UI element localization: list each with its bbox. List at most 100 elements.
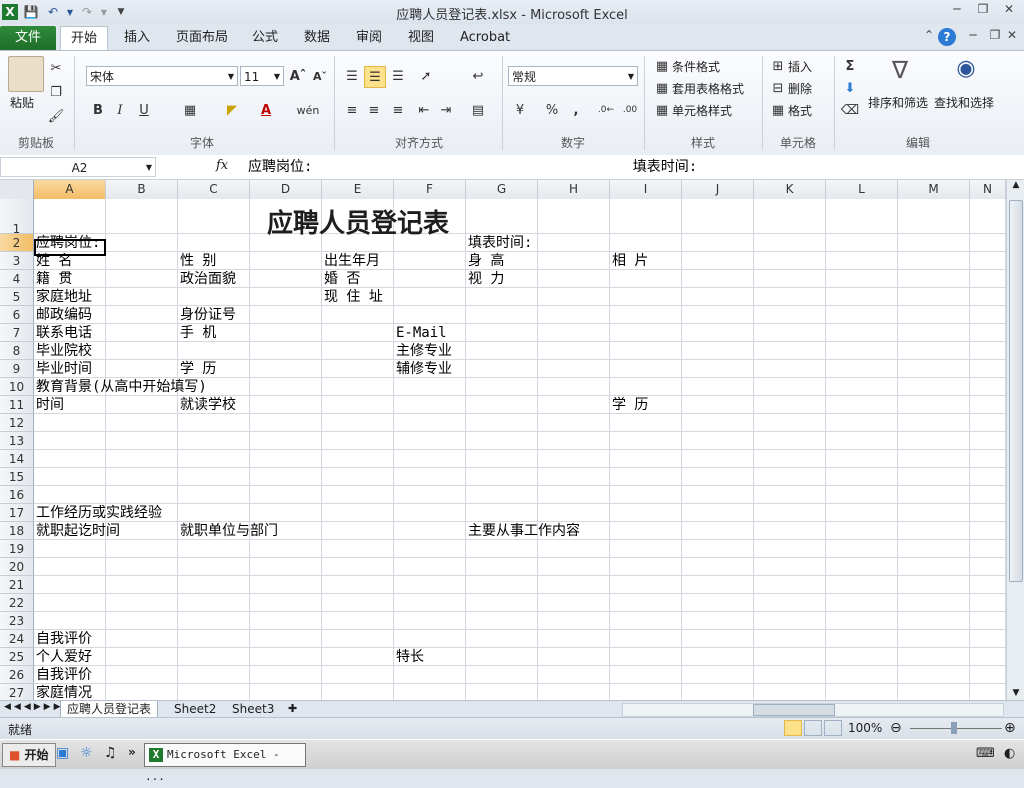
cut-icon[interactable]: ✂ bbox=[46, 58, 66, 78]
comma-style-icon[interactable]: , bbox=[566, 100, 586, 120]
align-middle-icon[interactable]: ☰ bbox=[364, 66, 386, 88]
column-header-e[interactable]: E bbox=[322, 180, 394, 199]
column-header-c[interactable]: C bbox=[178, 180, 250, 199]
align-right-icon[interactable]: ≡ bbox=[388, 100, 408, 120]
sheet-tab-2[interactable]: Sheet2 bbox=[168, 701, 222, 717]
sort-filter-icon[interactable]: ∇ bbox=[882, 56, 918, 88]
cell-c11[interactable]: 就读学校 bbox=[180, 396, 236, 414]
decrease-decimal-icon[interactable]: .00 bbox=[620, 100, 640, 120]
tab-file[interactable]: 文件 bbox=[0, 26, 56, 50]
tab-acrobat[interactable]: Acrobat bbox=[450, 26, 520, 50]
shrink-font-icon[interactable]: Aˇ bbox=[310, 66, 330, 86]
taskbar-excel-button[interactable]: X Microsoft Excel - ... bbox=[144, 743, 306, 783]
cell-a26[interactable]: 自我评价 bbox=[36, 666, 92, 684]
row-header-6[interactable]: 6 bbox=[0, 306, 34, 324]
cell-f9[interactable]: 辅修专业 bbox=[396, 360, 452, 378]
format-as-table-icon[interactable]: ▦ bbox=[652, 78, 672, 98]
merge-center-icon[interactable]: ▤ bbox=[468, 100, 488, 120]
cell-c7[interactable]: 手 机 bbox=[180, 324, 216, 342]
row-header-1[interactable]: 1 bbox=[0, 199, 34, 236]
conditional-format-icon[interactable]: ▦ bbox=[652, 56, 672, 76]
cell-e4[interactable]: 婚 否 bbox=[324, 270, 360, 288]
font-color-icon[interactable]: A bbox=[256, 100, 276, 120]
row-header-11[interactable]: 11 bbox=[0, 396, 34, 414]
column-header-a[interactable]: A bbox=[34, 180, 106, 199]
align-center-icon[interactable]: ≡ bbox=[364, 100, 384, 120]
column-header-g[interactable]: G bbox=[466, 180, 538, 199]
keyboard-icon[interactable]: ⌨ bbox=[976, 746, 995, 761]
overflow-chevron-icon[interactable]: » bbox=[128, 745, 136, 759]
tab-insert[interactable]: 插入 bbox=[114, 26, 160, 50]
conditional-format-button[interactable]: 条件格式 bbox=[672, 58, 720, 75]
decrease-indent-icon[interactable]: ⇤ bbox=[414, 100, 434, 120]
name-box[interactable]: A2 ▼ bbox=[0, 157, 156, 177]
cell-a25[interactable]: 个人爱好 bbox=[36, 648, 92, 666]
fill-color-icon[interactable]: ◤ bbox=[222, 100, 242, 120]
row-header-21[interactable]: 21 bbox=[0, 576, 34, 594]
cell-c3[interactable]: 性 别 bbox=[180, 252, 216, 270]
column-header-i[interactable]: I bbox=[610, 180, 682, 199]
column-header-j[interactable]: J bbox=[682, 180, 754, 199]
cell-e5[interactable]: 现 住 址 bbox=[324, 288, 383, 306]
row-header-13[interactable]: 13 bbox=[0, 432, 34, 450]
page-layout-view-icon[interactable] bbox=[804, 720, 822, 736]
cell-g18[interactable]: 主要从事工作内容 bbox=[468, 522, 580, 540]
desktop-icon[interactable]: ▣ bbox=[56, 745, 69, 761]
row-header-27[interactable]: 27 bbox=[0, 684, 34, 700]
cell-c6[interactable]: 身份证号 bbox=[180, 306, 236, 324]
wrap-text-icon[interactable]: ↩ bbox=[468, 66, 488, 86]
row-header-14[interactable]: 14 bbox=[0, 450, 34, 468]
font-size-combo[interactable]: 11 ▼ bbox=[240, 66, 284, 86]
hscroll-thumb[interactable] bbox=[753, 704, 835, 716]
scroll-down-icon[interactable]: ▼ bbox=[1007, 688, 1024, 698]
align-top-icon[interactable]: ☰ bbox=[342, 66, 362, 86]
grow-font-icon[interactable]: Aˆ bbox=[288, 66, 308, 86]
cell-g4[interactable]: 视 力 bbox=[468, 270, 504, 288]
browser-icon[interactable]: ☼ bbox=[80, 745, 93, 761]
sheet-tab-active[interactable]: 应聘人员登记表 bbox=[60, 701, 159, 718]
formula-input[interactable]: 应聘岗位: 填表时间: bbox=[248, 158, 697, 176]
media-icon[interactable]: ♫ bbox=[104, 745, 117, 761]
cell-a24[interactable]: 自我评价 bbox=[36, 630, 92, 648]
cell-styles-button[interactable]: 单元格样式 bbox=[672, 102, 732, 119]
number-format-combo[interactable]: 常规 ▼ bbox=[508, 66, 638, 86]
sheet-nav-icon[interactable]: ◀◀◀▶▶▶ bbox=[4, 702, 64, 712]
column-header-n[interactable]: N bbox=[970, 180, 1006, 199]
format-cells-button[interactable]: 格式 bbox=[788, 102, 812, 119]
find-select-icon[interactable]: ◉ bbox=[948, 56, 984, 88]
column-header-d[interactable]: D bbox=[250, 180, 322, 199]
find-select-button[interactable]: 查找和选择 bbox=[934, 94, 994, 111]
row-header-5[interactable]: 5 bbox=[0, 288, 34, 306]
row-header-22[interactable]: 22 bbox=[0, 594, 34, 612]
cell-a7[interactable]: 联系电话 bbox=[36, 324, 92, 342]
page-break-view-icon[interactable] bbox=[824, 720, 842, 736]
column-header-m[interactable]: M bbox=[898, 180, 970, 199]
copy-icon[interactable]: ❐ bbox=[46, 82, 66, 102]
paste-button[interactable]: 粘贴 bbox=[10, 94, 34, 111]
cell-i3[interactable]: 相 片 bbox=[612, 252, 648, 270]
cell-i11[interactable]: 学 历 bbox=[612, 396, 648, 414]
percent-icon[interactable]: % bbox=[542, 100, 562, 120]
delete-cells-button[interactable]: 删除 bbox=[788, 80, 812, 97]
row-header-3[interactable]: 3 bbox=[0, 252, 34, 270]
cell-c9[interactable]: 学 历 bbox=[180, 360, 216, 378]
increase-indent-icon[interactable]: ⇥ bbox=[436, 100, 456, 120]
cell-a4[interactable]: 籍 贯 bbox=[36, 270, 72, 288]
row-header-10[interactable]: 10 bbox=[0, 378, 34, 396]
cell-a11[interactable]: 时间 bbox=[36, 396, 64, 414]
underline-icon[interactable]: U bbox=[134, 100, 154, 120]
row-header-20[interactable]: 20 bbox=[0, 558, 34, 576]
help-icon[interactable]: ? bbox=[938, 28, 956, 46]
cell-f8[interactable]: 主修专业 bbox=[396, 342, 452, 360]
cell-c4[interactable]: 政治面貌 bbox=[180, 270, 236, 288]
minimize-window-button[interactable]: ─ bbox=[944, 2, 970, 20]
format-as-table-button[interactable]: 套用表格格式 bbox=[672, 80, 744, 97]
sort-filter-button[interactable]: 排序和筛选 bbox=[868, 94, 928, 111]
close-workbook-button[interactable]: ✕ bbox=[1002, 28, 1022, 46]
cell-a8[interactable]: 毕业院校 bbox=[36, 342, 92, 360]
tray-icon[interactable]: ◐ bbox=[1004, 746, 1015, 761]
cell-a6[interactable]: 邮政编码 bbox=[36, 306, 92, 324]
borders-icon[interactable]: ▦ bbox=[180, 100, 200, 120]
horizontal-scrollbar[interactable] bbox=[622, 703, 1004, 717]
cell-c18[interactable]: 就职单位与部门 bbox=[180, 522, 278, 540]
